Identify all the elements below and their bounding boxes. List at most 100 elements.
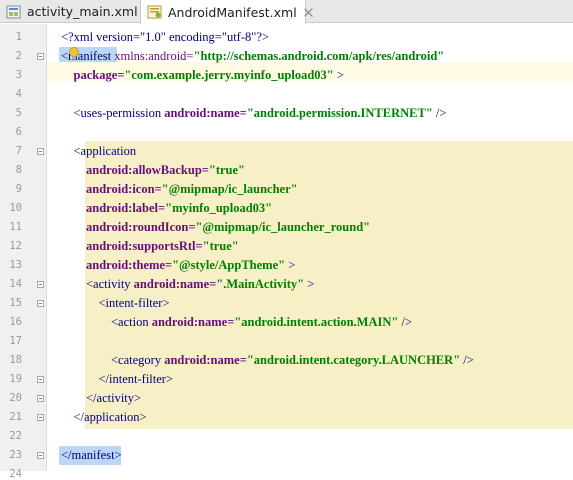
line-number: 23 xyxy=(9,449,22,461)
line-number: 22 xyxy=(9,430,22,442)
line-number: 4 xyxy=(15,88,22,100)
code-token: "myinfo_upload03" xyxy=(165,201,273,215)
code-token: android:supportsRtl= xyxy=(86,239,203,253)
code-line[interactable]: <intent-filter> xyxy=(61,294,170,313)
code-token: /> xyxy=(460,353,474,367)
code-line[interactable]: <category android:name="android.intent.c… xyxy=(61,351,474,370)
code-token: android:theme= xyxy=(86,258,173,272)
code-token: "@mipmap/ic_launcher_round" xyxy=(195,220,371,234)
tab-activity-main[interactable]: activity_main.xml xyxy=(0,0,138,23)
line-number: 11 xyxy=(9,221,22,233)
code-token: <activity xyxy=(61,277,134,291)
line-number: 6 xyxy=(15,126,22,138)
code-line[interactable]: <application xyxy=(61,142,137,161)
code-token: <action xyxy=(61,315,152,329)
code-token: android:name= xyxy=(151,315,235,329)
code-token: xmlns:android= xyxy=(114,49,194,63)
code-token: > xyxy=(285,258,296,272)
code-line[interactable]: android:allowBackup="true" xyxy=(61,161,245,180)
code-token: android:name= xyxy=(164,106,247,120)
fold-icon[interactable] xyxy=(37,395,44,402)
line-number: 17 xyxy=(9,335,22,347)
code-line[interactable]: <?xml version="1.0" encoding="utf-8"?> xyxy=(61,28,269,47)
code-token: "android.permission.INTERNET" xyxy=(246,106,433,120)
code-token: </application> xyxy=(61,410,147,424)
code-line[interactable]: </manifest> xyxy=(61,446,122,465)
code-token: "true" xyxy=(208,163,245,177)
code-token: ".MainActivity" xyxy=(216,277,305,291)
line-number: 19 xyxy=(9,373,22,385)
code-token: "http://schemas.android.com/apk/res/andr… xyxy=(193,49,445,63)
line-number: 20 xyxy=(9,392,22,404)
tab-label: AndroidManifest.xml xyxy=(168,4,297,20)
code-line[interactable]: </intent-filter> xyxy=(61,370,174,389)
fold-icon[interactable] xyxy=(37,53,44,60)
close-icon[interactable] xyxy=(303,7,314,18)
code-line[interactable]: </application> xyxy=(61,408,147,427)
code-token: /> xyxy=(432,106,447,120)
code-line[interactable]: <action android:name="android.intent.act… xyxy=(61,313,412,332)
lightbulb-icon[interactable] xyxy=(68,47,80,61)
code-line[interactable]: android:roundIcon="@mipmap/ic_launcher_r… xyxy=(61,218,370,237)
tab-label: activity_main.xml xyxy=(27,4,138,19)
code-token: package= xyxy=(73,68,125,82)
code-line[interactable]: <manifest xmlns:android="http://schemas.… xyxy=(61,47,444,66)
code-token: "android.intent.category.LAUNCHER" xyxy=(246,353,461,367)
code-line[interactable]: package="com.example.jerry.myinfo_upload… xyxy=(61,66,344,85)
fold-icon[interactable] xyxy=(37,148,44,155)
editor-tab-bar: activity_main.xml AndroidManifest.xml xyxy=(0,0,573,24)
code-token: </activity> xyxy=(61,391,142,405)
tab-android-manifest[interactable]: AndroidManifest.xml xyxy=(140,0,306,24)
line-number: 5 xyxy=(15,107,22,119)
line-number: 24 xyxy=(9,468,22,480)
code-token: <category xyxy=(61,353,165,367)
code-token: <?xml version="1.0" encoding="utf-8"?> xyxy=(61,30,269,44)
line-number: 7 xyxy=(15,145,22,157)
line-number: 2 xyxy=(15,50,22,62)
fold-icon[interactable] xyxy=(37,376,44,383)
code-token: "com.example.jerry.myinfo_upload03" xyxy=(124,68,334,82)
code-token: > xyxy=(304,277,315,291)
code-line[interactable]: android:supportsRtl="true" xyxy=(61,237,239,256)
line-number: 12 xyxy=(9,240,22,252)
code-token: > xyxy=(333,68,344,82)
fold-icon[interactable] xyxy=(37,452,44,459)
code-line[interactable]: android:label="myinfo_upload03" xyxy=(61,199,272,218)
fold-icon[interactable] xyxy=(37,414,44,421)
code-token: </manifest> xyxy=(61,448,122,462)
code-line[interactable]: android:theme="@style/AppTheme" > xyxy=(61,256,295,275)
line-number: 18 xyxy=(9,354,22,366)
line-number: 3 xyxy=(15,69,22,81)
line-number: 14 xyxy=(9,278,22,290)
line-number: 15 xyxy=(9,297,22,309)
code-line[interactable]: android:icon="@mipmap/ic_launcher" xyxy=(61,180,298,199)
fold-icon[interactable] xyxy=(37,300,44,307)
code-editor[interactable]: <?xml version="1.0" encoding="utf-8"?> <m… xyxy=(47,24,573,471)
fold-icon[interactable] xyxy=(37,281,44,288)
line-number: 21 xyxy=(9,411,22,423)
code-token: <application xyxy=(61,144,137,158)
code-token: /> xyxy=(398,315,412,329)
code-line[interactable]: </activity> xyxy=(61,389,141,408)
line-number: 16 xyxy=(9,316,22,328)
code-token: android:icon= xyxy=(86,182,162,196)
code-token: android:name= xyxy=(133,277,217,291)
code-line[interactable]: <uses-permission android:name="android.p… xyxy=(61,104,447,123)
code-token: "@style/AppTheme" xyxy=(172,258,286,272)
line-number: 1 xyxy=(15,31,22,43)
code-token: </intent-filter> xyxy=(61,372,174,386)
manifest-xml-icon xyxy=(147,5,162,19)
code-token: android:name= xyxy=(164,353,247,367)
code-token: android:roundIcon= xyxy=(86,220,196,234)
code-line[interactable]: <activity android:name=".MainActivity" > xyxy=(61,275,314,294)
code-token: android:label= xyxy=(86,201,166,215)
code-token: "true" xyxy=(202,239,239,253)
line-number: 10 xyxy=(9,202,22,214)
line-number: 9 xyxy=(15,183,22,195)
